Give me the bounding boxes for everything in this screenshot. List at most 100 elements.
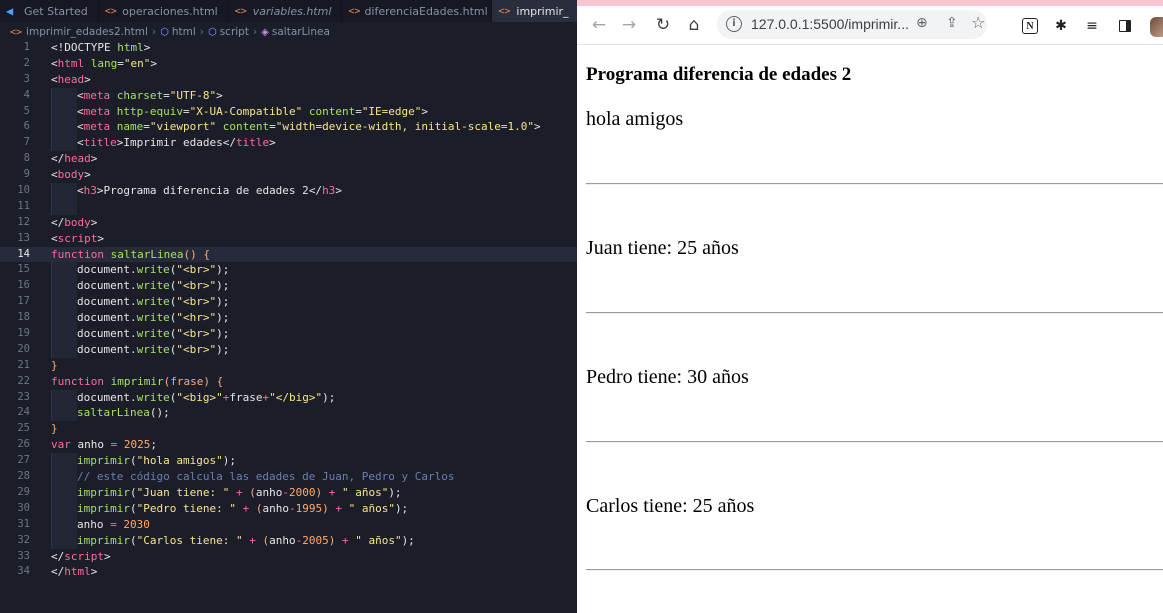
line-number: 24 [17, 406, 30, 419]
code-token: 2005 [302, 533, 329, 547]
element-icon: ⬡ [160, 26, 169, 38]
line-number: 32 [17, 533, 30, 546]
line-number: 18 [17, 311, 30, 324]
code-token: "en" [123, 56, 151, 70]
output-line: Pedro tiene: 30 años [586, 366, 749, 388]
tab-imprimir-edades2[interactable]: <> imprimir_ [492, 0, 577, 22]
code-token: document [77, 311, 130, 325]
tab-variables[interactable]: <> variables.html [229, 0, 343, 22]
code-token: document [77, 327, 130, 341]
tab-diferencia-edades[interactable]: <> diferenciaEdades.html [342, 0, 493, 22]
code-token: "<hr>" [176, 311, 217, 325]
breadcrumb-html[interactable]: html [172, 26, 196, 38]
line-number: 28 [17, 470, 30, 483]
code-line: 11 [0, 198, 577, 215]
code-line: 18 document.write("<hr>"); [0, 310, 577, 327]
line-number: 1 [23, 41, 30, 53]
notion-icon[interactable]: N [1022, 18, 1038, 34]
code-token: "UTF-8" [169, 88, 217, 102]
code-token: "<br>" [176, 279, 217, 293]
line-number: 34 [17, 565, 30, 578]
media-control-icon[interactable]: ≡ [1083, 17, 1101, 35]
share-icon[interactable]: ⇪ [946, 15, 958, 31]
extensions-icon[interactable]: ✱ [1052, 17, 1070, 35]
code-token: imprimir [77, 485, 130, 499]
html-file-icon: <> [104, 5, 117, 17]
code-line: 21} [0, 358, 577, 374]
bookmark-star-icon[interactable]: ☆ [971, 13, 985, 32]
breadcrumb-function[interactable]: saltarLinea [272, 26, 330, 38]
code-token: frase [229, 390, 263, 404]
line-number: 33 [17, 549, 30, 562]
page-heading: Programa diferencia de edades 2 [586, 64, 852, 85]
line-number: 13 [17, 231, 30, 244]
code-token: "IE=edge" [361, 104, 422, 118]
line-number: 8 [23, 152, 30, 165]
code-token: var [51, 438, 71, 452]
side-panel-icon[interactable] [1116, 17, 1134, 35]
tab-get-started[interactable]: ◀ Get Started [0, 0, 99, 22]
code-token: imprimir [77, 533, 130, 547]
code-token: "width=device-width, initial-scale=1.0" [275, 120, 534, 134]
code-token: "viewport" [149, 120, 217, 134]
line-number: 30 [17, 501, 30, 514]
code-token: document [77, 279, 130, 293]
code-token: content [222, 120, 270, 134]
line-number: 9 [23, 168, 30, 181]
code-token: anho [269, 533, 296, 547]
line-number: 16 [17, 279, 30, 292]
code-token: anho [77, 438, 105, 452]
line-number: 10 [17, 184, 30, 197]
code-token: anho [255, 485, 283, 499]
line-number: 3 [23, 72, 30, 85]
code-line: 7 <title>Imprimir edades</title> [0, 135, 577, 152]
tab-operaciones[interactable]: <> operaciones.html [99, 0, 229, 22]
code-token: document [77, 390, 130, 404]
site-info-icon[interactable]: i [726, 16, 742, 32]
code-token: "Juan tiene: " [136, 485, 230, 499]
tab-label: variables.html [252, 4, 332, 18]
line-number: 25 [17, 422, 30, 435]
horizontal-rule [586, 441, 1163, 443]
code-area[interactable]: 1 <!DOCTYPE html> 2 <html lang="en"> 3 <hea… [0, 40, 577, 580]
html-file-icon: <> [234, 5, 247, 17]
code-token: "</big>" [269, 390, 323, 404]
code-line: 31 anho = 2030 [0, 516, 577, 533]
vscode-icon: ◀ [6, 4, 14, 18]
code-token: write [136, 342, 170, 356]
code-line: 23 document.write("<big>"+frase+"</big>")… [0, 389, 577, 406]
code-token: write [136, 327, 170, 341]
profile-avatar[interactable] [1150, 17, 1163, 37]
code-line-current: 14 function saltarLinea() { [0, 246, 577, 263]
forward-arrow-icon[interactable]: → [618, 14, 640, 36]
code-line: 16 document.write("<br>"); [0, 278, 577, 295]
line-number: 5 [23, 104, 30, 117]
element-icon: ⬡ [207, 26, 217, 38]
breadcrumb-script[interactable]: script [220, 26, 249, 38]
back-arrow-icon[interactable]: ← [588, 14, 610, 36]
chevron-right-icon: › [151, 26, 157, 38]
code-line: 25} [0, 421, 577, 437]
line-number: 4 [23, 88, 30, 101]
breadcrumb-file[interactable]: imprimir_edades2.html [26, 26, 148, 38]
line-number: 2 [23, 56, 30, 69]
tab-label: imprimir_ [516, 4, 569, 18]
code-line: 34 </html> [0, 564, 577, 580]
address-bar[interactable]: i 127.0.0.1:5500/imprimir... ⊕ ⇪ ☆ [717, 10, 987, 39]
code-editor: ◀ Get Started <> operaciones.html <> var… [0, 0, 577, 613]
code-token: 1995 [295, 501, 323, 515]
reload-icon[interactable]: ↻ [652, 14, 674, 36]
line-number: 17 [17, 295, 30, 308]
home-icon[interactable]: ⌂ [683, 14, 705, 36]
code-line: 8 </head> [0, 151, 577, 167]
code-token: " años" [355, 533, 402, 547]
code-line: 28 // este código calcula las edades de J… [0, 469, 577, 485]
code-line: 4 <meta charset="UTF-8"> [0, 87, 577, 104]
html-file-icon: <> [10, 26, 23, 38]
zoom-icon[interactable]: ⊕ [916, 15, 928, 31]
code-line: 12 </body> [0, 215, 577, 231]
code-line: 26 var anho = 2025; [0, 437, 577, 453]
code-token: saltarLinea [110, 247, 184, 261]
url-text[interactable]: 127.0.0.1:5500/imprimir... [751, 16, 909, 32]
code-line: 15 document.write("<br>"); [0, 262, 577, 279]
